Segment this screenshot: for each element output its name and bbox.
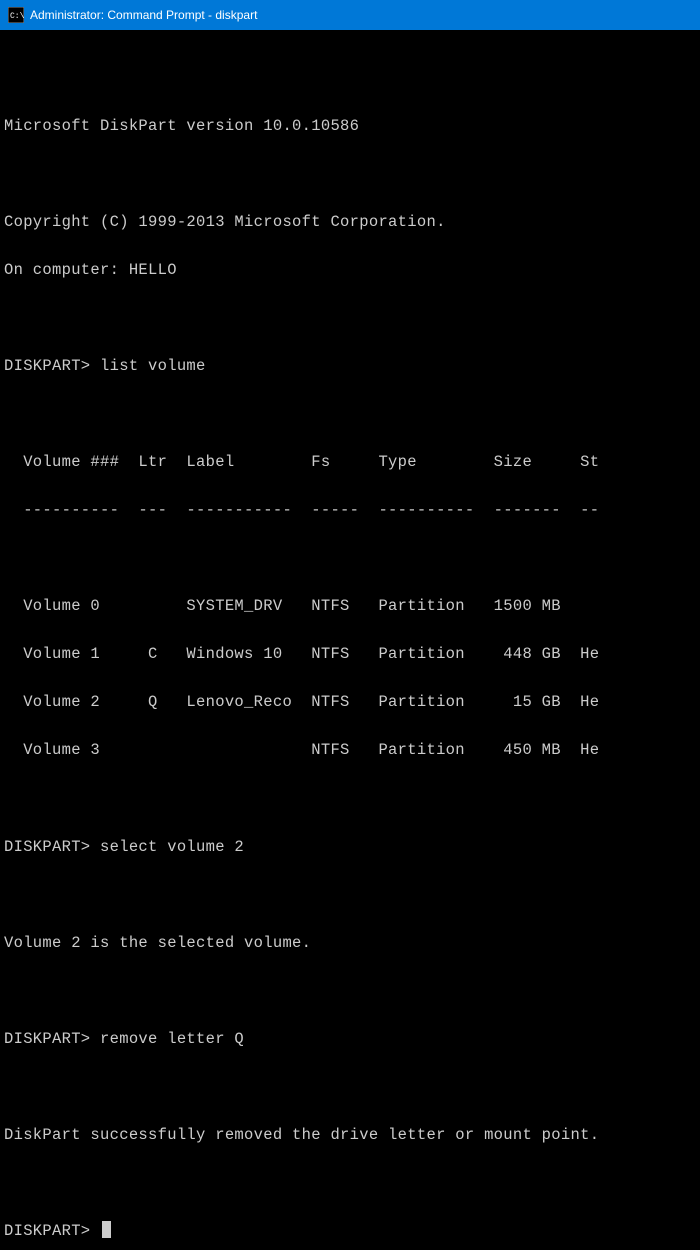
- svg-text:C:\: C:\: [10, 12, 24, 21]
- blank-line: [4, 306, 696, 330]
- table-row: Volume 2 Q Lenovo_Reco NTFS Partition 15…: [4, 690, 696, 714]
- prompt-select-volume: DISKPART> select volume 2: [4, 835, 696, 859]
- computer-line: On computer: HELLO: [4, 258, 696, 282]
- current-prompt: DISKPART>: [4, 1219, 696, 1243]
- window-titlebar[interactable]: C:\ Administrator: Command Prompt - disk…: [0, 0, 700, 30]
- blank-line: [4, 1075, 696, 1099]
- prompt-text: DISKPART>: [4, 1222, 100, 1240]
- terminal-output[interactable]: Microsoft DiskPart version 10.0.10586 Co…: [0, 30, 700, 1250]
- blank-line: [4, 66, 696, 90]
- version-line: Microsoft DiskPart version 10.0.10586: [4, 114, 696, 138]
- copyright-line: Copyright (C) 1999-2013 Microsoft Corpor…: [4, 210, 696, 234]
- blank-line: [4, 1171, 696, 1195]
- cursor: [102, 1221, 111, 1238]
- blank-line: [4, 979, 696, 1003]
- removed-msg: DiskPart successfully removed the drive …: [4, 1123, 696, 1147]
- table-divider: ---------- --- ----------- ----- -------…: [4, 498, 696, 522]
- cmd-icon: C:\: [8, 7, 24, 23]
- blank-line: [4, 402, 696, 426]
- blank-line: [4, 546, 696, 570]
- selected-msg: Volume 2 is the selected volume.: [4, 931, 696, 955]
- table-row: Volume 0 SYSTEM_DRV NTFS Partition 1500 …: [4, 594, 696, 618]
- prompt-remove-letter: DISKPART> remove letter Q: [4, 1027, 696, 1051]
- blank-line: [4, 883, 696, 907]
- prompt-list-volume: DISKPART> list volume: [4, 354, 696, 378]
- blank-line: [4, 162, 696, 186]
- table-row: Volume 3 NTFS Partition 450 MB He: [4, 738, 696, 762]
- table-header: Volume ### Ltr Label Fs Type Size St: [4, 450, 696, 474]
- window-title: Administrator: Command Prompt - diskpart: [30, 8, 257, 22]
- table-row: Volume 1 C Windows 10 NTFS Partition 448…: [4, 642, 696, 666]
- blank-line: [4, 786, 696, 810]
